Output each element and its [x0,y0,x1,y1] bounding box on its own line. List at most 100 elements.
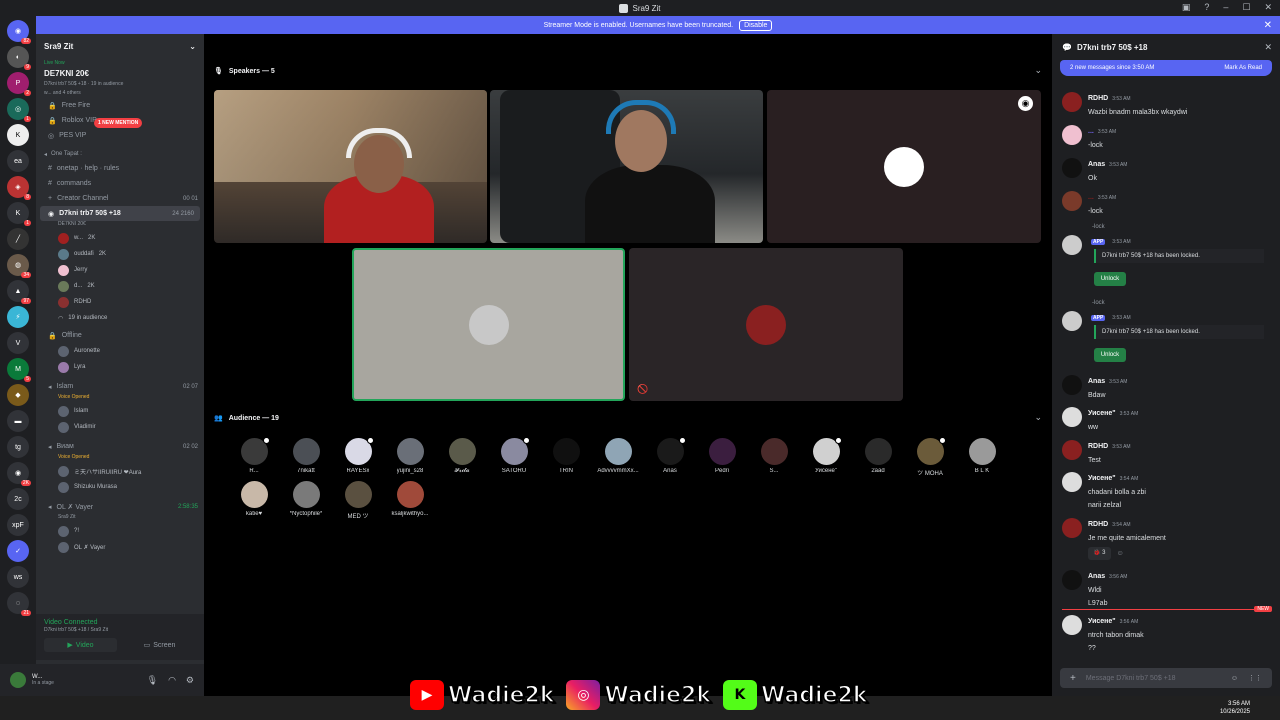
channel-bwam[interactable]: ◂ Виам 02 02 [36,439,204,454]
author-name[interactable]: Anas [1088,161,1105,168]
member[interactable]: Lyra [36,359,204,375]
reply-preview[interactable]: -lock [1092,224,1105,230]
home-icon[interactable]: ◉ 82 [7,20,31,44]
author-name[interactable]: Уисене" [1088,475,1116,482]
audience-member[interactable]: S... [748,438,800,477]
audience-member[interactable]: 𝓕𝓻𝓲𝓽𝓪 [436,438,488,477]
audience-member[interactable]: katie♥ [228,481,280,520]
avatar[interactable] [1062,615,1082,635]
channel-offline[interactable]: 🔒 Offline [36,328,204,343]
speaker-video-tile[interactable] [490,90,763,243]
avatar[interactable] [1062,92,1082,112]
microphone-icon[interactable]: 🎙 [147,675,158,686]
server-icon[interactable]: xpF [7,514,29,536]
category-one-tapat[interactable]: ◂ One Tapat : [36,147,204,161]
channel-roblox-vip[interactable]: 🔒 Roblox VIP [36,113,204,128]
server-icon[interactable]: P2 [7,72,31,96]
video-button[interactable]: ▶ Video [44,638,117,652]
member[interactable]: OL ✗ Vayer [36,539,204,555]
channel-ol-vayer[interactable]: ◂ OL ✗ Vayer 2:58:35 [36,499,204,514]
server-icon[interactable]: V [7,332,29,354]
speaker-avatar-tile[interactable]: ◉ [767,90,1041,243]
new-messages-bar[interactable]: 2 new messages since 3:50 AM Mark As Rea… [1060,60,1272,76]
bot-avatar[interactable] [1062,311,1082,331]
apps-icon[interactable]: ⋮⋮ [1248,674,1262,682]
audience-member[interactable]: Anas [644,437,696,477]
close-window-button[interactable]: ✕ [1264,2,1272,13]
avatar[interactable] [1062,472,1082,492]
disable-streamer-mode-button[interactable]: Disable [739,19,773,31]
server-icon[interactable]: ◍ 34 [7,254,31,278]
member[interactable]: Vladimir [36,419,204,435]
avatar[interactable] [1062,375,1082,395]
close-banner-icon[interactable]: ✕ [1264,20,1272,31]
author-name[interactable]: Anas [1088,573,1105,580]
avatar[interactable] [1062,125,1082,145]
author-name[interactable]: RDHD [1088,95,1108,102]
member[interactable]: Auronette [36,343,204,359]
channel-commands[interactable]: # commands [36,176,204,191]
reaction[interactable]: 🐞 3 [1088,547,1111,560]
channel-free-fire[interactable]: 🔒 Free Fire [36,98,204,113]
server-icon[interactable]: K [7,124,29,146]
gear-icon[interactable]: ⚙ [186,675,194,686]
server-icon[interactable]: M5 [7,358,31,382]
audience-member[interactable]: 7nikatt [280,438,332,477]
audience-member[interactable]: RAYESx [332,437,384,477]
member[interactable]: ?! [36,523,204,539]
voice-location[interactable]: D7kni trb7 50$ +18 / Sra9 Zit [36,626,204,634]
audience-member[interactable]: Pedri [696,438,748,477]
member[interactable]: ミ天ハサIIRUIIRU ❤Aura [36,463,204,479]
reply-preview[interactable]: -lock [1092,300,1105,306]
unlock-button[interactable]: Unlock [1094,348,1126,362]
server-icon[interactable]: ▲ 97 [7,280,31,304]
avatar[interactable] [1062,191,1082,211]
avatar[interactable] [1062,158,1082,178]
author-name[interactable]: ... [1088,128,1094,135]
server-icon[interactable]: ◌ 21 [7,592,31,616]
server-icon[interactable]: ◎ 1 [7,98,31,122]
inbox-icon[interactable]: ▣ [1182,2,1191,13]
server-icon[interactable]: 2c [7,488,29,510]
stage-member[interactable]: ouddafi 2K [36,246,204,262]
screen-share-button[interactable]: ▭ Screen [123,638,196,652]
author-name[interactable]: RDHD [1088,521,1108,528]
chevron-down-icon[interactable]: ⌄ [1034,412,1042,423]
author-name[interactable]: Уисене" [1088,410,1116,417]
server-icon[interactable]: ◐ 9 [7,46,31,70]
close-icon[interactable]: ✕ [1264,42,1272,53]
server-icon[interactable]: ⚡ [7,306,29,328]
camera-icon[interactable]: ◉ [1018,96,1033,111]
avatar[interactable] [10,672,26,688]
in-audience-row[interactable]: ◠ 19 in audience [36,310,204,326]
channel-stage-active[interactable]: ◉ D7kni trb7 50$ +18 24 2160 [40,206,200,221]
author-name[interactable]: RDHD [1088,443,1108,450]
server-icon[interactable]: tg [7,436,29,458]
audience-member[interactable]: ツ MOHA [904,437,956,477]
server-icon[interactable]: ╱ [7,228,29,250]
server-icon[interactable]: ✓ [7,540,29,562]
server-icon[interactable]: ◉ 2K [7,462,31,486]
server-header[interactable]: Sra9 Zit ⌄ [36,34,204,58]
server-icon[interactable]: ▬ [7,410,29,432]
speaker-avatar-tile-speaking[interactable] [352,248,625,401]
author-name[interactable]: ... [1088,194,1094,201]
audience-member[interactable]: TRIN [540,438,592,477]
audience-member[interactable]: Уисене" [800,437,852,477]
author-name[interactable]: Уисене" [1088,618,1116,625]
speaker-video-tile[interactable] [214,90,487,243]
audience-member[interactable]: *Nyctophile* [280,481,332,520]
avatar[interactable] [1062,518,1082,538]
plus-icon[interactable]: + [1070,673,1076,684]
bot-avatar[interactable] [1062,235,1082,255]
server-icon[interactable]: ◈ 8 [7,176,31,200]
audience-member[interactable]: MED ツ [332,481,384,520]
stage-member[interactable]: d... 2K [36,278,204,294]
stage-member[interactable]: Jerry [36,262,204,278]
server-icon[interactable]: ws [7,566,29,588]
add-reaction-icon[interactable]: ☺ [1117,547,1124,560]
channel-creator[interactable]: + Creator Channel 00 01 [36,191,204,206]
channel-onetap-rules[interactable]: # onetap · help · rules [36,161,204,176]
minimize-button[interactable]: – [1223,2,1228,13]
live-now-panel[interactable]: Live Now DE7KNI 20€ D7kni trb7 50$ +18 ·… [36,58,204,98]
